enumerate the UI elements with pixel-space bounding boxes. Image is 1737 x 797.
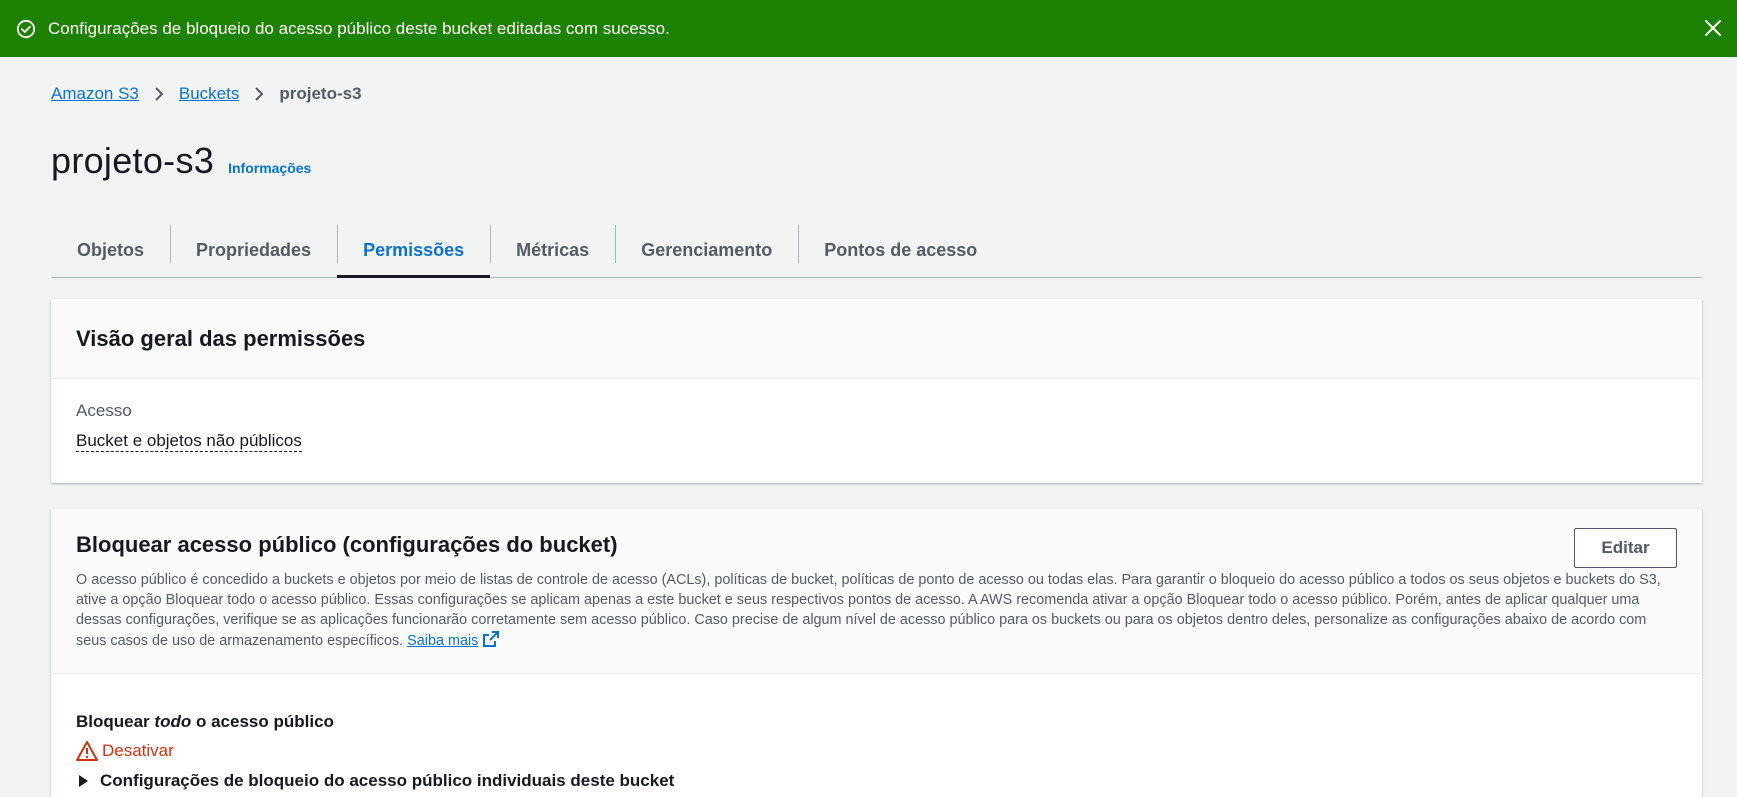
- breadcrumb: Amazon S3 Buckets projeto-s3: [51, 84, 362, 104]
- tab-bar: Objetos Propriedades Permissões Métricas…: [51, 223, 1702, 278]
- learn-more-link[interactable]: Saiba mais: [407, 630, 500, 649]
- breadcrumb-amazon-s3[interactable]: Amazon S3: [51, 84, 139, 104]
- individual-settings-expander[interactable]: Configurações de bloqueio do acesso públ…: [76, 771, 1677, 791]
- warning-icon: [76, 740, 98, 762]
- tab-propriedades[interactable]: Propriedades: [170, 223, 337, 277]
- close-icon[interactable]: [1701, 16, 1725, 40]
- learn-more-label: Saiba mais: [407, 633, 479, 649]
- panel-header: Visão geral das permissões: [51, 299, 1702, 379]
- info-link[interactable]: Informações: [228, 160, 311, 176]
- caret-right-icon: [76, 774, 90, 788]
- check-circle-icon: [16, 19, 36, 39]
- panel-description: O acesso público é concedido a buckets e…: [76, 570, 1677, 651]
- success-notification: Configurações de bloqueio do acesso públ…: [0, 0, 1737, 57]
- notification-message: Configurações de bloqueio do acesso públ…: [48, 18, 670, 38]
- panel-body: Bloquear todo o acesso público Desativar…: [51, 674, 1702, 791]
- status-text: Desativar: [102, 741, 174, 760]
- block-all-setting-title: Bloquear todo o acesso público: [76, 712, 1677, 732]
- setting-prefix: Bloquear: [76, 712, 150, 731]
- permissions-overview-panel: Visão geral das permissões Acesso Bucket…: [51, 299, 1702, 483]
- tab-permissoes[interactable]: Permissões: [337, 223, 491, 278]
- page-title: projeto-s3: [51, 140, 215, 181]
- panel-header: Bloquear acesso público (configurações d…: [51, 509, 1702, 674]
- breadcrumb-buckets[interactable]: Buckets: [179, 84, 239, 104]
- tab-metricas[interactable]: Métricas: [490, 223, 615, 277]
- block-public-access-panel: Bloquear acesso público (configurações d…: [51, 509, 1702, 797]
- page-header: projeto-s3 Informações: [51, 140, 311, 182]
- tab-pontos-de-acesso[interactable]: Pontos de acesso: [798, 223, 1003, 277]
- breadcrumb-current: projeto-s3: [279, 84, 362, 103]
- setting-suffix: o acesso público: [195, 712, 334, 731]
- setting-emphasis: todo: [154, 712, 192, 731]
- panel-title: Visão geral das permissões: [76, 325, 366, 351]
- tab-gerenciamento[interactable]: Gerenciamento: [615, 223, 798, 277]
- chevron-right-icon: [153, 86, 165, 102]
- description-text: O acesso público é concedido a buckets e…: [76, 572, 1661, 649]
- status-indicator: Desativar: [76, 740, 1677, 762]
- access-value[interactable]: Bucket e objetos não públicos: [76, 431, 302, 453]
- external-link-icon: [482, 630, 500, 648]
- panel-body: Acesso Bucket e objetos não públicos: [51, 379, 1702, 474]
- tab-objetos[interactable]: Objetos: [51, 223, 170, 277]
- access-label: Acesso: [76, 401, 132, 420]
- edit-button[interactable]: Editar: [1574, 528, 1677, 568]
- panel-title: Bloquear acesso público (configurações d…: [76, 532, 618, 557]
- expander-label: Configurações de bloqueio do acesso públ…: [100, 771, 675, 790]
- chevron-right-icon: [253, 86, 265, 102]
